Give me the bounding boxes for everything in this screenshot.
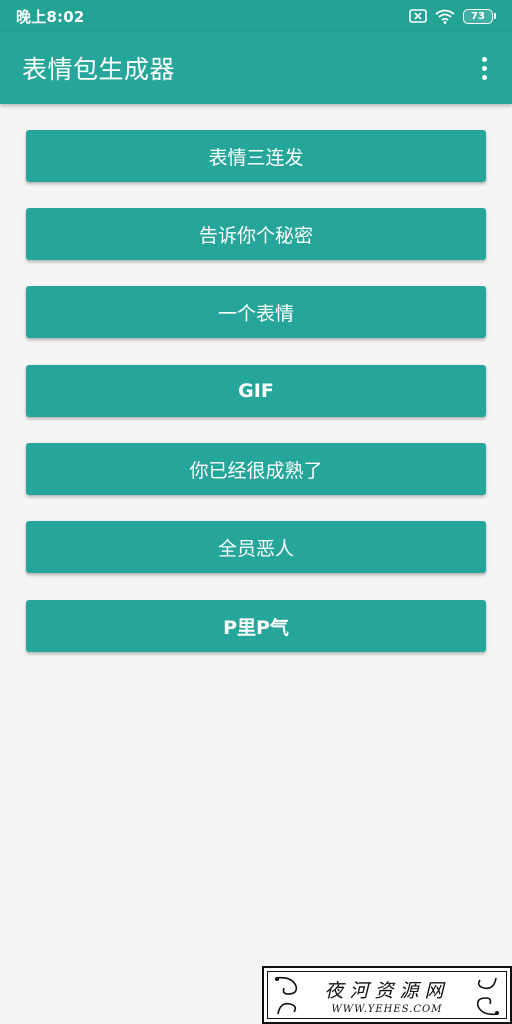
watermark-url: WWW.YEHES.COM	[331, 1003, 443, 1015]
tell-secret-button[interactable]: 告诉你个秘密	[26, 208, 486, 260]
p-li-p-qi-button[interactable]: P里P气	[26, 600, 486, 652]
watermark: 夜河资源网 WWW.YEHES.COM	[262, 966, 512, 1024]
status-bar: 晚上8:02 73	[0, 0, 512, 32]
emoji-triple-button[interactable]: 表情三连发	[26, 130, 486, 182]
battery-icon: 73	[463, 8, 496, 24]
more-vert-icon[interactable]	[472, 48, 496, 88]
wifi-icon	[435, 9, 455, 24]
ornament-icon	[272, 974, 306, 1022]
app-title: 表情包生成器	[22, 55, 176, 84]
all-villains-button[interactable]: 全员恶人	[26, 521, 486, 573]
status-icons: 73	[409, 8, 496, 24]
sim-off-icon	[409, 9, 427, 23]
mature-button[interactable]: 你已经很成熟了	[26, 443, 486, 495]
single-emoji-button[interactable]: 一个表情	[26, 286, 486, 338]
watermark-text: 夜河资源网	[324, 979, 450, 1002]
ornament-icon	[468, 974, 502, 1022]
app-bar: 表情包生成器	[0, 32, 512, 104]
button-list: 表情三连发 告诉你个秘密 一个表情 GIF 你已经很成熟了 全员恶人 P里P气	[0, 104, 512, 1024]
status-time: 晚上8:02	[16, 7, 85, 26]
battery-level: 73	[463, 8, 493, 24]
gif-button[interactable]: GIF	[26, 365, 486, 417]
